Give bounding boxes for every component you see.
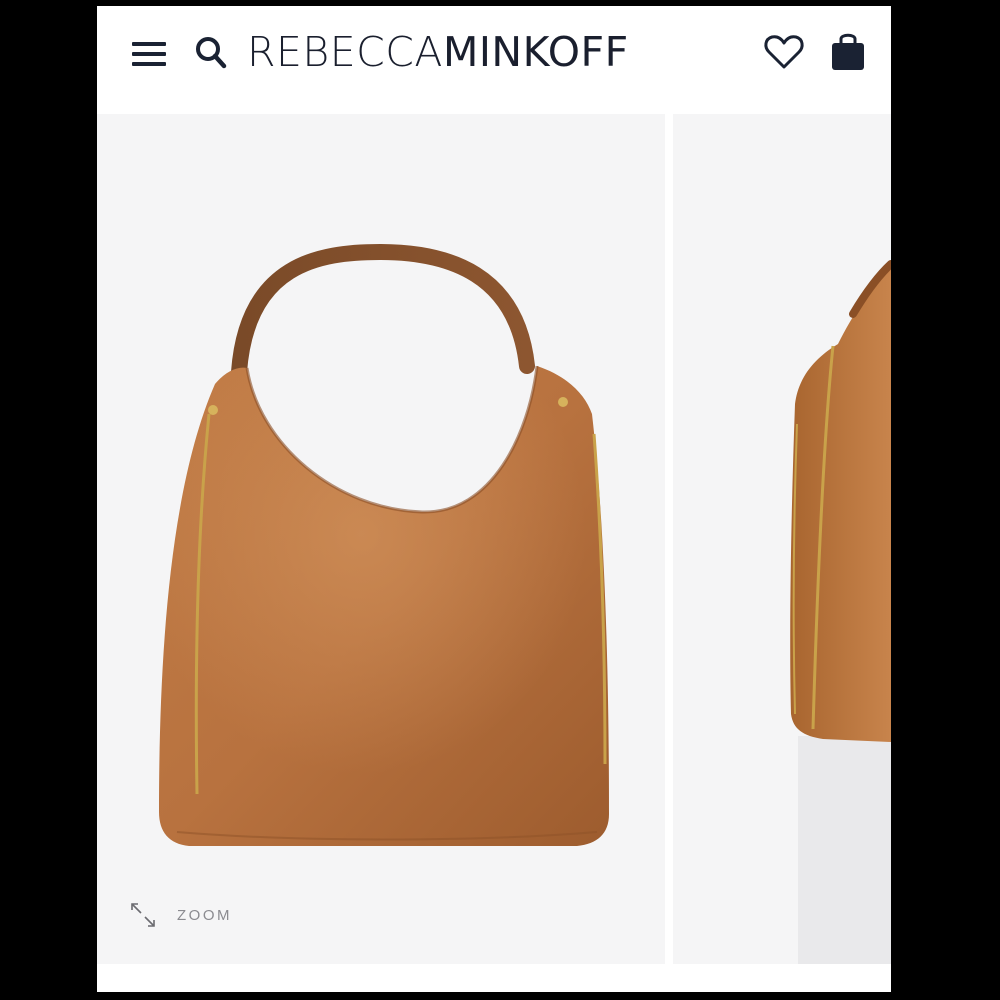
product-gallery: ZOOM xyxy=(97,114,891,964)
product-image-front[interactable]: ZOOM xyxy=(97,114,665,964)
heart-icon[interactable] xyxy=(762,30,806,74)
zoom-button[interactable]: ZOOM xyxy=(127,900,232,930)
zoom-label: ZOOM xyxy=(177,906,232,924)
bag-illustration xyxy=(159,243,609,846)
brand-logo[interactable]: REBECCAMINKOFF xyxy=(247,26,727,78)
site-header: REBECCAMINKOFF xyxy=(97,6,891,114)
menu-icon[interactable] xyxy=(130,38,170,70)
product-page: REBECCAMINKOFF ZOOM xyxy=(97,6,891,992)
expand-arrows-icon xyxy=(131,903,155,927)
bag-side-illustration xyxy=(790,260,891,964)
brand-logo-part1: REBECCA xyxy=(247,28,443,76)
shopping-bag-icon[interactable] xyxy=(828,30,868,74)
product-image-side[interactable] xyxy=(673,114,891,964)
search-icon[interactable] xyxy=(192,32,232,72)
brand-logo-part2: MINKOFF xyxy=(442,28,629,76)
